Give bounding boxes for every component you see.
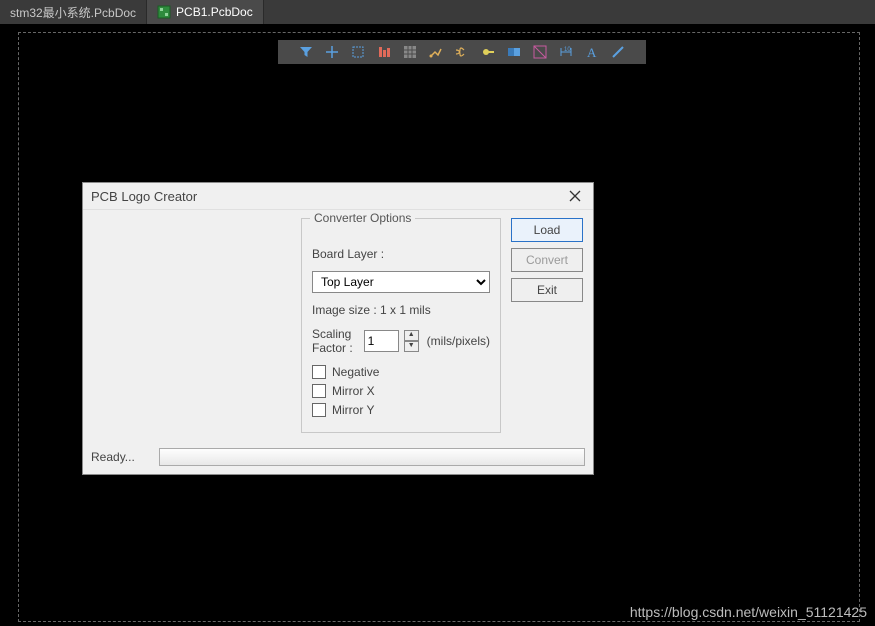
svg-text:10: 10 xyxy=(564,47,571,53)
scaling-units: (mils/pixels) xyxy=(427,334,490,348)
active-bar-toolbar: 10 A xyxy=(278,40,646,64)
tab-pcb1[interactable]: PCB1.PcbDoc xyxy=(147,0,264,24)
step-up-icon[interactable]: ▲ xyxy=(404,330,419,341)
via-key-icon[interactable] xyxy=(478,42,498,62)
tab-label: PCB1.PcbDoc xyxy=(176,5,253,19)
select-rect-icon[interactable] xyxy=(348,42,368,62)
scaling-stepper[interactable]: ▲ ▼ xyxy=(404,330,419,352)
checkbox-label: Negative xyxy=(332,365,379,379)
convert-button[interactable]: Convert xyxy=(511,248,583,272)
mirror-x-checkbox-row[interactable]: Mirror X xyxy=(312,384,490,398)
preview-pane xyxy=(91,218,291,433)
document-tab-bar: stm32最小系统.PcbDoc PCB1.PcbDoc xyxy=(0,0,875,24)
diff-pair-icon[interactable] xyxy=(452,42,472,62)
route-icon[interactable] xyxy=(426,42,446,62)
filter-icon[interactable] xyxy=(296,42,316,62)
tab-stm32[interactable]: stm32最小系统.PcbDoc xyxy=(0,0,147,24)
dimension-icon[interactable]: 10 xyxy=(556,42,576,62)
group-legend: Converter Options xyxy=(310,211,415,225)
plane-icon[interactable] xyxy=(504,42,524,62)
checkbox-label: Mirror X xyxy=(332,384,375,398)
align-icon[interactable] xyxy=(374,42,394,62)
dialog-titlebar[interactable]: PCB Logo Creator xyxy=(83,183,593,210)
grid-icon[interactable] xyxy=(400,42,420,62)
scaling-factor-input[interactable] xyxy=(364,330,399,352)
converter-options-group: Converter Options Board Layer : Top Laye… xyxy=(301,218,501,433)
place-cross-icon[interactable] xyxy=(322,42,342,62)
step-down-icon[interactable]: ▼ xyxy=(404,341,419,352)
text-icon[interactable]: A xyxy=(582,42,602,62)
checkbox-icon[interactable] xyxy=(312,403,326,417)
svg-text:A: A xyxy=(587,45,597,60)
checkbox-icon[interactable] xyxy=(312,365,326,379)
load-button[interactable]: Load xyxy=(511,218,583,242)
status-text: Ready... xyxy=(91,450,151,464)
pcb-doc-icon xyxy=(157,5,171,19)
board-layer-label: Board Layer : xyxy=(312,247,490,261)
image-size-text: Image size : 1 x 1 mils xyxy=(312,303,490,317)
exit-button[interactable]: Exit xyxy=(511,278,583,302)
tab-label: stm32最小系统.PcbDoc xyxy=(10,4,136,21)
close-icon[interactable] xyxy=(565,186,585,206)
checkbox-icon[interactable] xyxy=(312,384,326,398)
negative-checkbox-row[interactable]: Negative xyxy=(312,365,490,379)
watermark-text: https://blog.csdn.net/weixin_51121425 xyxy=(630,604,867,620)
measure-icon[interactable] xyxy=(530,42,550,62)
board-layer-select[interactable]: Top Layer xyxy=(312,271,490,293)
status-bar: Ready... xyxy=(83,443,593,474)
scaling-factor-label: Scaling Factor : xyxy=(312,327,360,355)
mirror-y-checkbox-row[interactable]: Mirror Y xyxy=(312,403,490,417)
pcb-logo-creator-dialog: PCB Logo Creator Converter Options Board… xyxy=(82,182,594,475)
progress-bar xyxy=(159,448,585,466)
checkbox-label: Mirror Y xyxy=(332,403,374,417)
line-icon[interactable] xyxy=(608,42,628,62)
dialog-title: PCB Logo Creator xyxy=(91,189,197,204)
